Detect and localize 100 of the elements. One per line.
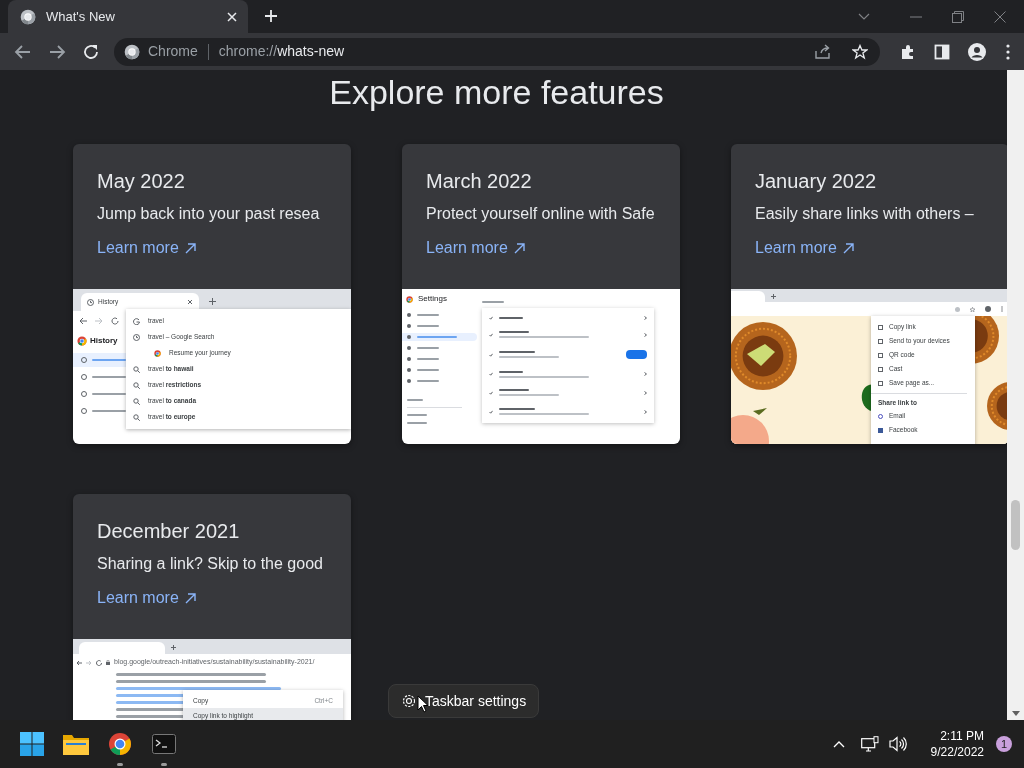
text-line — [417, 336, 457, 338]
text-line — [417, 358, 439, 360]
close-icon — [187, 299, 193, 305]
volume-icon[interactable] — [888, 736, 907, 752]
text-line — [407, 414, 427, 416]
scrollbar[interactable] — [1007, 70, 1024, 720]
chrome-icon — [20, 8, 36, 25]
back-icon — [76, 659, 82, 666]
check-icon — [489, 315, 493, 320]
card-description: Jump back into your past resea — [97, 204, 321, 224]
puzzle-icon[interactable] — [900, 43, 916, 60]
restore-icon[interactable] — [952, 10, 964, 23]
clock[interactable]: 2:11 PM 9/22/2022 — [930, 728, 984, 760]
chevron-down-icon[interactable] — [858, 12, 870, 21]
text-line — [482, 301, 504, 303]
mail-icon — [878, 413, 883, 419]
card-title: January 2022 — [755, 169, 878, 194]
text-line — [417, 380, 439, 382]
text-line — [92, 410, 126, 412]
text-line — [417, 347, 439, 349]
text-line — [92, 376, 126, 378]
menu-item-icon — [878, 366, 883, 372]
menu-item-icon — [407, 335, 411, 339]
share-icon[interactable] — [814, 43, 832, 60]
plus-icon — [171, 645, 176, 650]
text-line — [499, 331, 529, 334]
chevron-right-icon — [644, 390, 647, 395]
chrome-logo-icon — [77, 336, 87, 346]
menu-item-icon — [407, 313, 411, 317]
text-line — [417, 325, 439, 327]
profile-icon — [985, 306, 991, 312]
menu-item-icon — [878, 380, 883, 386]
side-panel-icon[interactable] — [934, 43, 950, 60]
text-line — [499, 370, 523, 373]
page-title: History — [90, 335, 118, 347]
star-icon — [970, 306, 975, 312]
search-icon — [133, 413, 140, 421]
clock-icon — [133, 333, 140, 341]
text-line — [499, 316, 523, 319]
close-window-icon[interactable] — [994, 10, 1006, 23]
menu-item-icon — [407, 379, 411, 383]
chevron-right-icon — [644, 409, 647, 414]
windows-icon — [20, 732, 44, 756]
menu-item-icon — [407, 346, 411, 350]
learn-more-link[interactable]: Learn more — [97, 238, 196, 258]
plus-icon — [771, 294, 776, 299]
page-heading: Explore more features — [329, 72, 664, 112]
chevron-up-icon[interactable] — [832, 740, 845, 748]
forward-icon[interactable] — [48, 42, 66, 61]
menu-item-icon — [81, 391, 87, 397]
menu-icon[interactable] — [1006, 43, 1010, 60]
text-line — [92, 359, 126, 361]
notification-badge[interactable]: 1 — [996, 736, 1012, 752]
reload-icon — [96, 659, 102, 666]
text-line — [499, 408, 535, 411]
text-line — [92, 393, 126, 395]
plus-icon — [209, 298, 216, 305]
star-icon[interactable] — [852, 43, 868, 60]
check-icon — [489, 390, 493, 395]
address-bar[interactable]: Chrome chrome://whats-new — [114, 37, 880, 66]
new-tab-icon[interactable] — [264, 9, 278, 23]
chrome-logo-icon — [406, 295, 413, 303]
time-text: 2:11 PM — [940, 728, 984, 744]
taskbar-settings-menu-item[interactable]: Taskbar settings — [388, 684, 540, 718]
menu-item-icon — [407, 368, 411, 372]
scrollbar-thumb[interactable] — [1011, 500, 1020, 550]
card-title: March 2022 — [426, 169, 533, 194]
menu-item-icon — [878, 352, 883, 358]
scroll-down-icon[interactable] — [1011, 711, 1020, 716]
close-icon[interactable] — [226, 10, 238, 23]
learn-more-link[interactable]: Learn more — [426, 238, 525, 258]
browser-tab[interactable]: What's New — [8, 0, 248, 33]
network-icon[interactable] — [860, 736, 879, 752]
reload-icon[interactable] — [82, 42, 100, 61]
date-text: 9/22/2022 — [930, 744, 984, 760]
menu-item-icon — [878, 324, 883, 330]
card-description: Easily share links with others – — [755, 204, 975, 224]
back-icon[interactable] — [14, 42, 32, 61]
arrow-up-right-icon — [842, 242, 854, 254]
google-icon — [133, 317, 140, 325]
check-icon — [489, 333, 493, 337]
search-icon — [133, 381, 140, 389]
search-icon — [133, 397, 140, 405]
text-line — [499, 351, 535, 354]
text-line — [499, 394, 559, 397]
card-description: Sharing a link? Skip to the good — [97, 554, 324, 574]
forward-icon — [86, 659, 92, 666]
text-line — [417, 314, 439, 316]
menu-item-icon — [81, 374, 87, 380]
settings-icon — [401, 693, 417, 709]
text-line — [499, 389, 529, 392]
card-title: December 2021 — [97, 519, 241, 544]
square-f-icon — [878, 427, 883, 433]
learn-more-link[interactable]: Learn more — [755, 238, 854, 258]
card-description: Protect yourself online with Safe — [426, 204, 656, 224]
profile-icon[interactable] — [968, 42, 986, 61]
card-title: May 2022 — [97, 169, 186, 194]
forward-icon — [95, 317, 103, 325]
back-icon — [79, 317, 87, 325]
learn-more-link[interactable]: Learn more — [97, 588, 196, 608]
